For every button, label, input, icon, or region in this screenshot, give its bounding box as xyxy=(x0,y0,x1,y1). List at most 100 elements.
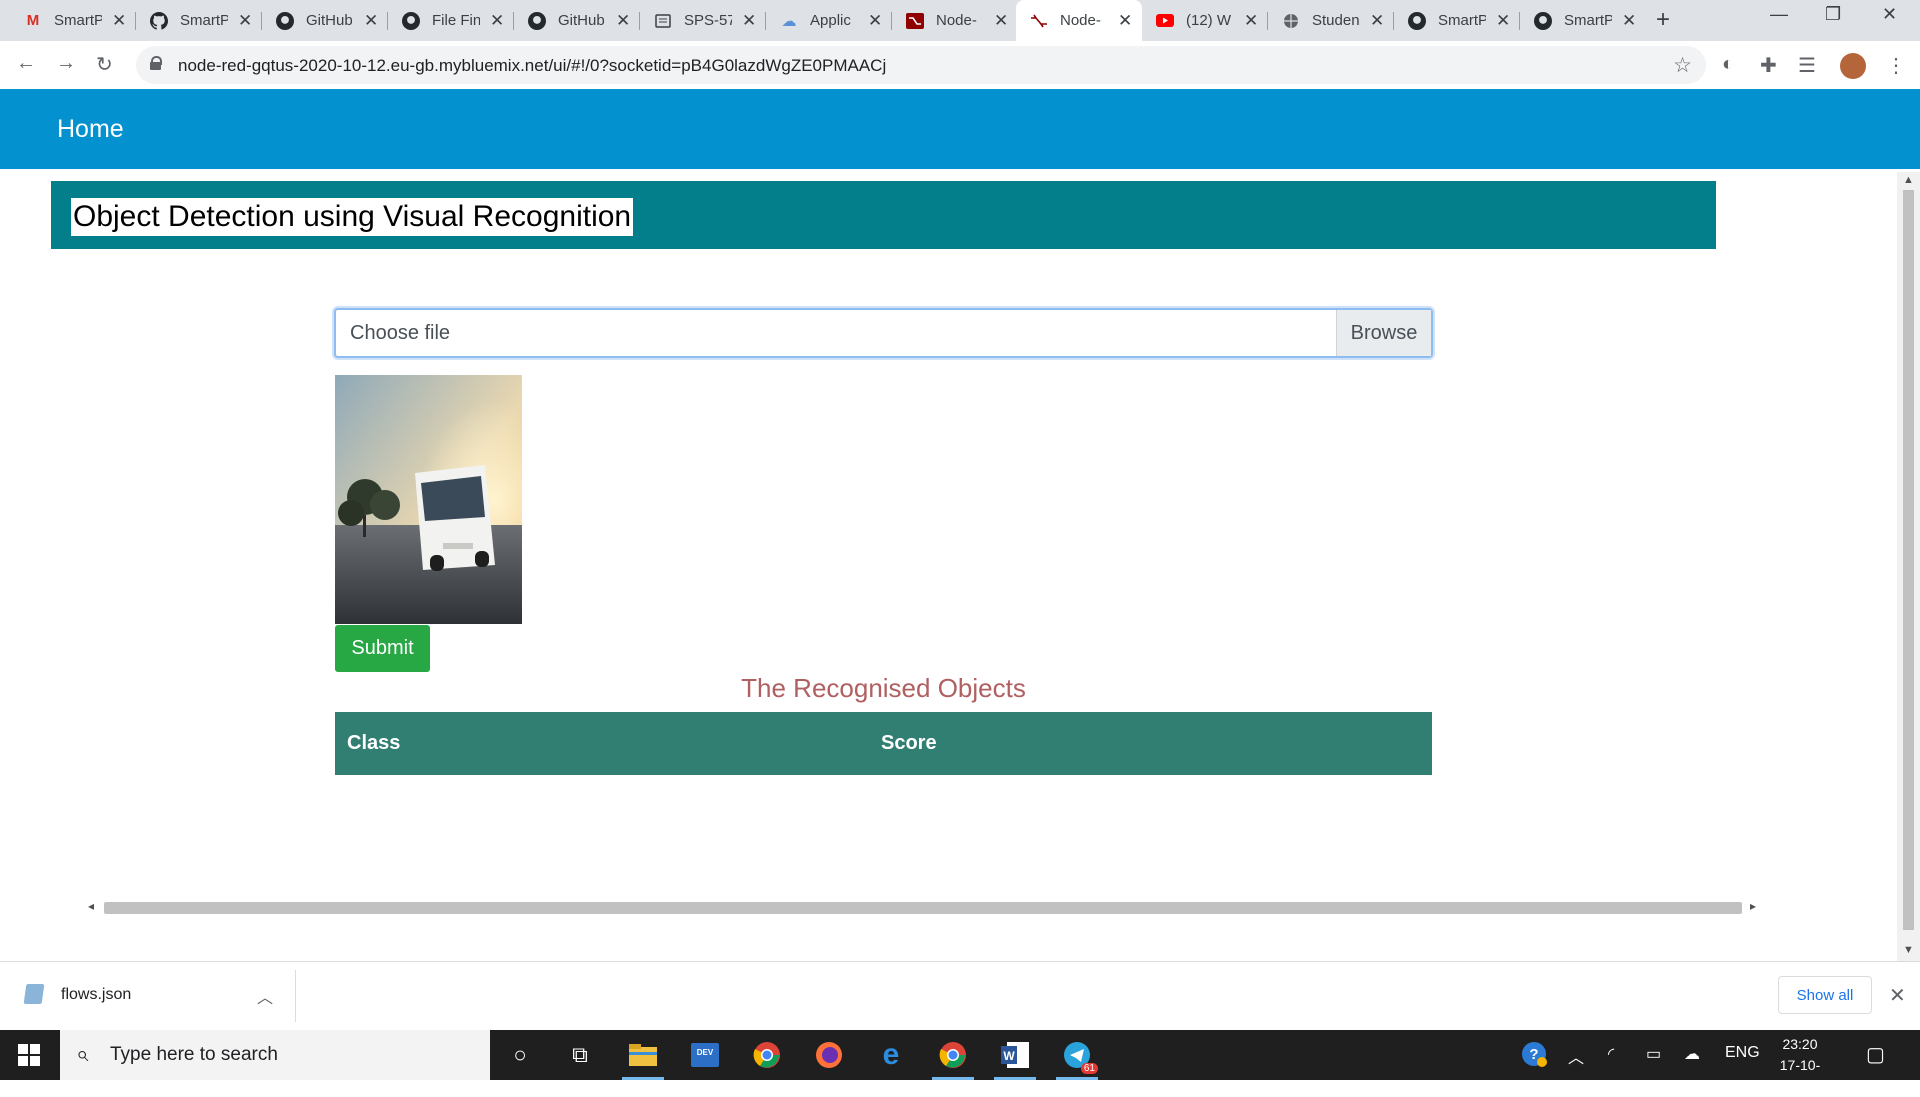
file-input[interactable]: Choose file Browse xyxy=(334,308,1433,358)
restore-icon[interactable]: ❐ xyxy=(1825,4,1841,25)
tab-title: File Fin xyxy=(432,12,480,29)
url-text[interactable]: node-red-gqtus-2020-10-12.eu-gb.mybluemi… xyxy=(178,56,886,76)
close-tab-icon[interactable]: ✕ xyxy=(490,11,504,31)
battery-icon[interactable]: ▭ xyxy=(1646,1044,1661,1064)
scroll-left-icon[interactable]: ◂ xyxy=(88,899,94,913)
document-icon xyxy=(654,12,672,30)
notifications-icon[interactable]: ▢ xyxy=(1866,1042,1885,1067)
uploaded-image-preview xyxy=(335,375,522,624)
browser-tab[interactable]: (12) W ✕ xyxy=(1142,0,1268,41)
browser-tab[interactable]: SmartP ✕ xyxy=(1520,0,1646,41)
close-shelf-icon[interactable]: ✕ xyxy=(1889,983,1906,1008)
browser-tab[interactable]: SmartP ✕ xyxy=(1394,0,1520,41)
browser-tab[interactable]: ☁ Applic ✕ xyxy=(766,0,892,41)
browser-tab[interactable]: GitHub ✕ xyxy=(514,0,640,41)
cloud-icon: ☁ xyxy=(781,12,797,30)
chrome-icon[interactable] xyxy=(750,1038,784,1072)
submit-button[interactable]: Submit xyxy=(335,625,430,672)
download-file-name[interactable]: flows.json xyxy=(61,986,131,1004)
close-tab-icon[interactable]: ✕ xyxy=(112,11,126,31)
wifi-icon[interactable]: ◜ xyxy=(1608,1044,1614,1064)
clock[interactable]: 23:20 17-10-2020 xyxy=(1766,1034,1834,1097)
puzzle-extensions-icon[interactable]: ✚ xyxy=(1760,53,1777,78)
telegram-icon[interactable]: 61 xyxy=(1056,1038,1098,1080)
dev-community-icon[interactable]: DEV xyxy=(688,1038,722,1072)
tab-title: GitHub xyxy=(306,12,353,29)
browser-toolbar: ← → ↻ node-red-gqtus-2020-10-12.eu-gb.my… xyxy=(0,41,1920,90)
scroll-down-icon[interactable]: ▼ xyxy=(1903,944,1914,956)
close-tab-icon[interactable]: ✕ xyxy=(994,11,1008,31)
new-tab-button[interactable]: + xyxy=(1656,6,1670,34)
help-icon[interactable]: ? xyxy=(1520,1040,1548,1073)
edge-icon[interactable]: e xyxy=(874,1038,908,1072)
task-view-icon[interactable]: ⧉ xyxy=(563,1038,597,1072)
file-explorer-icon[interactable] xyxy=(622,1038,664,1080)
address-bar[interactable]: node-red-gqtus-2020-10-12.eu-gb.mybluemi… xyxy=(136,46,1706,84)
horizontal-scroll-thumb[interactable] xyxy=(104,902,1742,914)
firefox-icon[interactable] xyxy=(812,1038,846,1072)
scroll-right-icon[interactable]: ▸ xyxy=(1750,899,1756,913)
tab-title: SmartP xyxy=(1438,12,1486,29)
browser-tab[interactable]: File Fin ✕ xyxy=(388,0,514,41)
forward-arrow-icon[interactable]: → xyxy=(56,52,76,75)
vertical-scroll-thumb[interactable] xyxy=(1903,190,1914,930)
onedrive-cloud-icon[interactable]: ☁ xyxy=(1684,1044,1700,1064)
dashboard-content: Object Detection using Visual Recognitio… xyxy=(0,169,1920,961)
language-indicator[interactable]: ENG xyxy=(1725,1044,1760,1062)
svg-text:DEV: DEV xyxy=(697,1048,714,1057)
browser-tab-strip: M SmartP ✕ SmartP ✕ GitHub ✕ File Fin ✕ … xyxy=(0,0,1920,41)
tab-title: Studen xyxy=(1312,12,1360,29)
browser-tab[interactable]: Node- ✕ xyxy=(892,0,1016,41)
svg-text:W: W xyxy=(1003,1049,1015,1063)
close-tab-icon[interactable]: ✕ xyxy=(1622,11,1636,31)
browser-tab[interactable]: Studen ✕ xyxy=(1268,0,1394,41)
taskbar-search[interactable]: ⌕ Type here to search xyxy=(60,1030,490,1080)
show-all-button[interactable]: Show all xyxy=(1778,976,1872,1014)
chevron-up-tray-icon[interactable]: ︿ xyxy=(1568,1044,1584,1068)
github-icon xyxy=(276,11,294,30)
horizontal-scrollbar[interactable]: ◂ ▸ xyxy=(84,899,1765,917)
close-tab-icon[interactable]: ✕ xyxy=(616,11,630,31)
column-header-score[interactable]: Score xyxy=(881,732,937,755)
github-icon xyxy=(528,11,546,30)
chevron-up-icon[interactable]: ︿ xyxy=(257,984,273,1008)
results-title: The Recognised Objects xyxy=(741,673,1026,703)
extension-circle-icon[interactable]: ◐ xyxy=(1722,53,1734,76)
browse-button[interactable]: Browse xyxy=(1336,310,1431,356)
close-tab-icon[interactable]: ✕ xyxy=(364,11,378,31)
tab-title: Node- xyxy=(1060,12,1101,29)
browser-tab[interactable]: SmartP ✕ xyxy=(136,0,262,41)
browser-tab[interactable]: GitHub ✕ xyxy=(262,0,388,41)
back-arrow-icon[interactable]: ← xyxy=(16,52,36,75)
browser-tab[interactable]: SPS-57 ✕ xyxy=(640,0,766,41)
close-tab-icon[interactable]: ✕ xyxy=(1244,11,1258,31)
word-icon[interactable]: W xyxy=(994,1038,1036,1080)
minimize-icon[interactable]: — xyxy=(1770,4,1788,25)
window-close-icon[interactable]: ✕ xyxy=(1882,4,1897,25)
reload-icon[interactable]: ↻ xyxy=(96,52,113,77)
vertical-scrollbar[interactable]: ▲ ▼ xyxy=(1897,172,1920,961)
browser-tab-active[interactable]: Node- ✕ xyxy=(1016,0,1142,41)
close-tab-icon[interactable]: ✕ xyxy=(742,11,756,31)
kebab-menu-icon[interactable]: ⋮ xyxy=(1886,53,1906,78)
scroll-up-icon[interactable]: ▲ xyxy=(1903,174,1914,186)
close-tab-icon[interactable]: ✕ xyxy=(1118,11,1132,31)
close-tab-icon[interactable]: ✕ xyxy=(238,11,252,31)
cortana-icon[interactable]: ○ xyxy=(503,1038,537,1072)
windows-start-icon[interactable] xyxy=(18,1044,40,1066)
file-input-placeholder: Choose file xyxy=(350,322,451,344)
bookmark-star-icon[interactable]: ☆ xyxy=(1673,53,1692,78)
close-tab-icon[interactable]: ✕ xyxy=(1370,11,1384,31)
close-tab-icon[interactable]: ✕ xyxy=(1496,11,1510,31)
browser-tab[interactable]: M SmartP ✕ xyxy=(0,0,136,41)
clock-time: 23:20 xyxy=(1782,1036,1818,1052)
close-tab-icon[interactable]: ✕ xyxy=(868,11,882,31)
search-icon: ⌕ xyxy=(76,1041,89,1066)
tab-title: (12) W xyxy=(1186,12,1231,29)
chrome-active-icon[interactable] xyxy=(932,1038,974,1080)
tab-title: SmartP xyxy=(1564,12,1612,29)
profile-avatar[interactable] xyxy=(1840,53,1866,79)
column-header-class[interactable]: Class xyxy=(347,732,400,755)
windows-taskbar: ⌕ Type here to search ○ ⧉ DEV e W 61 ? ︿… xyxy=(0,1030,1920,1094)
media-playlist-icon[interactable]: ☰ xyxy=(1798,53,1816,78)
